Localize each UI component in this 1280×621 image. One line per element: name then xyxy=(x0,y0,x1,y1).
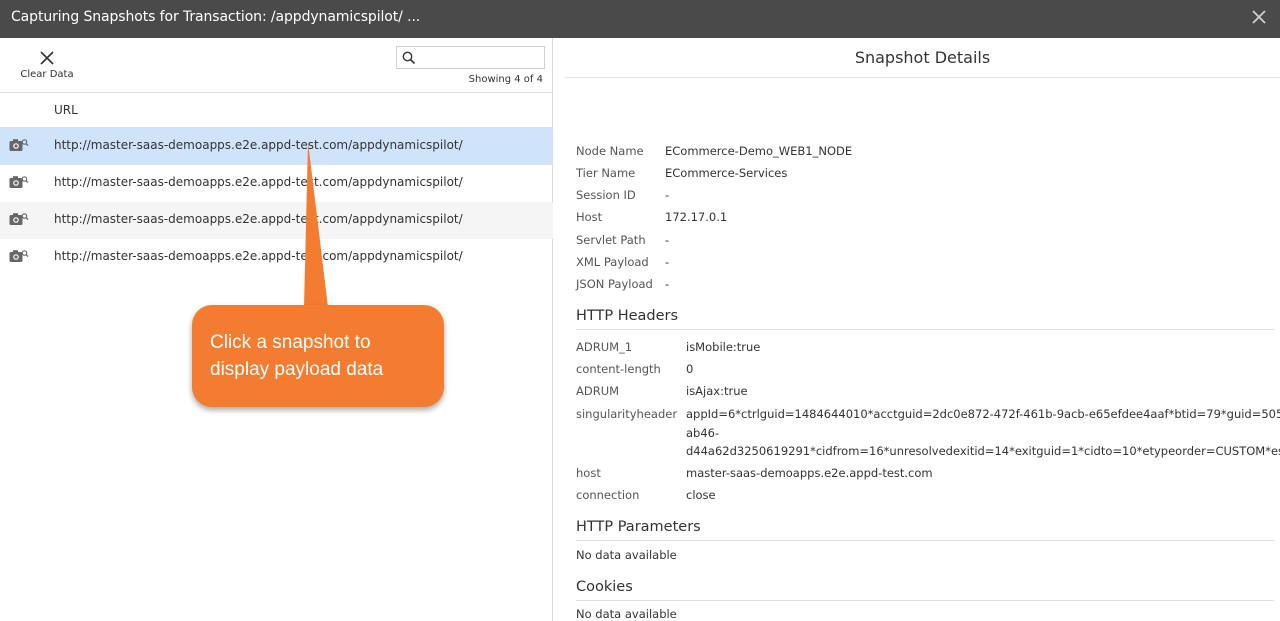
row-url: http://master-saas-demoapps.e2e.appd-tes… xyxy=(54,138,463,152)
header-value: close xyxy=(686,488,716,502)
header-key: ADRUM xyxy=(576,384,620,398)
callout-pointer xyxy=(304,142,328,307)
header-key: ADRUM_1 xyxy=(576,340,633,354)
close-icon[interactable] xyxy=(1250,8,1268,26)
header-value: isMobile:true xyxy=(686,340,761,354)
header-value: 0 xyxy=(686,362,694,376)
close-icon xyxy=(40,51,54,65)
header-key: connection xyxy=(576,488,640,502)
field-value: 172.17.0.1 xyxy=(665,210,728,224)
camera-search-icon xyxy=(9,213,29,225)
cookies-section-title: Cookies xyxy=(576,579,1274,601)
camera-search-icon xyxy=(9,250,29,262)
field-value: ECommerce-Demo_WEB1_NODE xyxy=(665,144,853,158)
camera-search-icon xyxy=(9,139,29,151)
header-value: ab46- xyxy=(686,426,720,440)
field-value: - xyxy=(665,255,670,269)
field-value: - xyxy=(665,277,670,291)
header-value: appId=6*ctrlguid=1484644010*acctguid=2dc… xyxy=(686,407,1280,421)
header-key: content-length xyxy=(576,362,661,376)
http-parameters-empty: No data available xyxy=(576,548,677,562)
header-value: d44a62d3250619291*cidfrom=16*unresolvede… xyxy=(686,444,1280,458)
field-value: - xyxy=(665,188,670,202)
clear-data-label: Clear Data xyxy=(20,69,74,80)
header-key: host xyxy=(576,466,601,480)
field-value: ECommerce-Services xyxy=(665,166,788,180)
search-icon xyxy=(402,51,416,65)
title-bar: Capturing Snapshots for Transaction: /ap… xyxy=(0,0,1280,38)
callout-annotation: Click a snapshot to display payload data xyxy=(192,305,444,407)
table-row[interactable]: http://master-saas-demoapps.e2e.appd-tes… xyxy=(0,128,553,165)
list-toolbar: Clear Data Showing 4 of 4 xyxy=(0,38,553,93)
table-row[interactable]: http://master-saas-demoapps.e2e.appd-tes… xyxy=(0,165,553,202)
cookies-empty: No data available xyxy=(576,607,677,621)
http-headers-section-title: HTTP Headers xyxy=(576,308,1274,330)
field-value: - xyxy=(665,233,670,247)
column-header-url[interactable]: URL xyxy=(54,103,78,117)
field-key: Session ID xyxy=(576,188,636,202)
snapshot-details-panel: Snapshot Details Node Name ECommerce-Dem… xyxy=(565,38,1280,621)
row-url: http://master-saas-demoapps.e2e.appd-tes… xyxy=(54,175,463,189)
search-input[interactable] xyxy=(421,49,541,66)
callout-line-2: display payload data xyxy=(210,359,384,380)
field-key: JSON Payload xyxy=(576,277,653,291)
details-heading: Snapshot Details xyxy=(565,38,1280,78)
http-parameters-section-title: HTTP Parameters xyxy=(576,519,1274,541)
clear-data-button[interactable]: Clear Data xyxy=(20,48,74,88)
field-key: XML Payload xyxy=(576,255,649,269)
field-key: Tier Name xyxy=(576,166,636,180)
showing-count: Showing 4 of 4 xyxy=(468,74,543,85)
table-row[interactable]: http://master-saas-demoapps.e2e.appd-tes… xyxy=(0,202,553,239)
field-key: Servlet Path xyxy=(576,233,646,247)
header-key: singularityheader xyxy=(576,407,678,421)
callout-line-1: Click a snapshot to xyxy=(210,332,371,353)
camera-search-icon xyxy=(9,176,29,188)
column-header: URL xyxy=(0,93,553,128)
table-row[interactable]: http://master-saas-demoapps.e2e.appd-tes… xyxy=(0,239,553,276)
row-url: http://master-saas-demoapps.e2e.appd-tes… xyxy=(54,212,463,226)
snapshot-rows: http://master-saas-demoapps.e2e.appd-tes… xyxy=(0,128,553,276)
row-url: http://master-saas-demoapps.e2e.appd-tes… xyxy=(54,249,463,263)
field-key: Host xyxy=(576,210,603,224)
header-value: isAjax:true xyxy=(686,384,748,398)
window-title: Capturing Snapshots for Transaction: /ap… xyxy=(11,9,421,25)
field-key: Node Name xyxy=(576,144,644,158)
search-box[interactable] xyxy=(396,46,545,69)
header-value: master-saas-demoapps.e2e.appd-test.com xyxy=(686,466,933,480)
